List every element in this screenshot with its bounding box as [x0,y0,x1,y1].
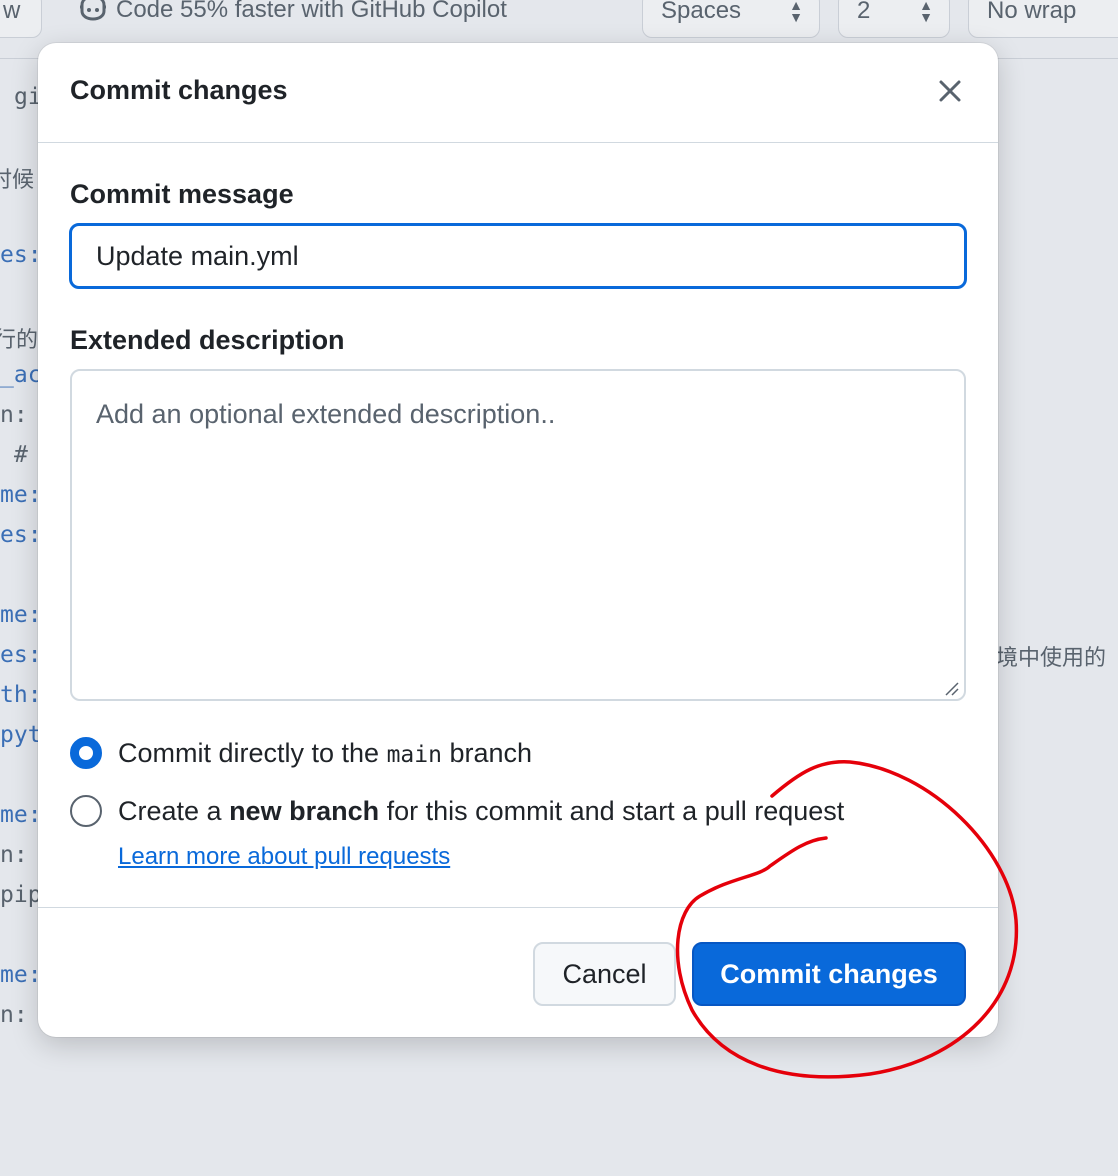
commit-direct-prefix: Commit directly to the [118,738,387,768]
commit-message-label: Commit message [70,179,294,209]
background-comment-text: 境中使用的 [996,646,1107,671]
wrap-mode-select[interactable]: No wrap [968,0,1118,38]
dialog-footer: Cancel Commit changes [38,907,998,1037]
cancel-button[interactable]: Cancel [533,942,676,1006]
learn-more-pull-requests-link[interactable]: Learn more about pull requests [118,843,450,871]
code-line: n: [0,1002,28,1028]
new-branch-prefix: Create a [118,796,230,826]
code-line: es: [0,522,42,548]
resize-grip-icon[interactable] [942,679,960,697]
indent-mode-value: Spaces [661,0,742,24]
commit-direct-suffix: branch [441,738,533,768]
indent-size-select[interactable]: 2 ▲ ▼ [838,0,950,38]
dialog-header: Commit changes [38,43,998,143]
code-line: n: [0,402,28,428]
close-icon [939,80,961,102]
select-caret-icon: ▲ ▼ [789,0,803,25]
indent-size-value: 2 [857,0,871,24]
code-line: 时候 [0,168,35,193]
commit-direct-option[interactable]: Commit directly to the main branch [70,737,532,769]
copilot-promo[interactable]: Code 55% faster with GitHub Copilot [50,0,610,38]
indent-mode-select[interactable]: Spaces ▲ ▼ [642,0,820,38]
extended-description-textarea[interactable] [70,369,966,701]
new-branch-bold: new branch [229,796,380,826]
extended-description-label: Extended description [70,325,345,355]
copilot-promo-text: Code 55% faster with GitHub Copilot [116,0,507,23]
code-line: pyt [0,722,42,748]
dialog-title: Commit changes [70,75,288,105]
code-line: 行的 [0,328,39,353]
code-line: me: [0,802,42,828]
code-line: n: [0,842,28,868]
commit-direct-radio[interactable] [70,737,102,769]
wrap-mode-value: No wrap [987,0,1077,24]
select-caret-icon: ▲ ▼ [919,0,933,25]
commit-dialog: Commit changes Commit message Extended d… [38,43,998,1037]
code-line: pip [0,882,42,908]
commit-changes-button[interactable]: Commit changes [692,942,966,1006]
code-line: me: [0,482,42,508]
branch-name: main [386,742,442,768]
new-branch-option[interactable]: Create a new branch for this commit and … [70,795,844,827]
toolbar-left-label: w [3,0,21,24]
new-branch-suffix: for this commit and start a pull request [379,796,845,826]
toolbar-left-button[interactable]: w [0,0,42,38]
code-line: me: [0,962,42,988]
new-branch-radio[interactable] [70,795,102,827]
code-line: _ac [0,362,42,388]
code-line: me: [0,602,42,628]
code-line: es: [0,242,42,268]
copilot-icon [78,0,108,21]
code-line: # [14,442,28,468]
code-line: th: [0,682,42,708]
commit-message-input[interactable] [69,223,967,289]
code-line: es: [0,642,42,668]
close-button[interactable] [932,73,968,109]
